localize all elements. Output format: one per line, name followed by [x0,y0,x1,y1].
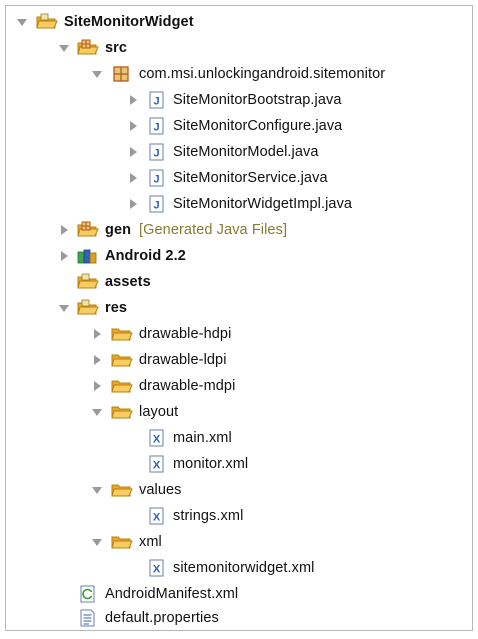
expanded-arrow-icon[interactable] [91,68,103,80]
folder-icon [111,351,133,369]
folder-icon [77,299,99,317]
collapsed-arrow-icon[interactable] [91,328,103,340]
tree-row-java-file[interactable]: SiteMonitorBootstrap.java [6,88,466,112]
source-folder-icon [77,39,99,57]
xml-file-icon [146,559,168,577]
generated-source-folder-icon [77,221,99,239]
library-icon [77,247,99,265]
tree-row-java-file[interactable]: SiteMonitorConfigure.java [6,114,466,138]
tree-row-src[interactable]: src [6,36,466,60]
collapsed-arrow-icon[interactable] [127,198,139,210]
collapsed-arrow-icon[interactable] [58,250,70,262]
android-library-label: Android 2.2 [105,248,186,264]
expanded-arrow-icon[interactable] [91,536,103,548]
expanded-arrow-icon[interactable] [58,42,70,54]
tree-row-gen[interactable]: gen [Generated Java Files] [6,218,466,242]
package-explorer-tree: SiteMonitorWidget src com.msi.unlockinga… [5,5,473,631]
manifest-file-icon [77,585,99,603]
tree-row-xml-file[interactable]: strings.xml [6,504,466,528]
properties-file-icon [77,609,99,627]
collapsed-arrow-icon[interactable] [127,120,139,132]
tree-row-res[interactable]: res [6,296,466,320]
tree-row-java-file[interactable]: SiteMonitorService.java [6,166,466,190]
java-file-label: SiteMonitorModel.java [173,144,319,160]
collapsed-arrow-icon[interactable] [127,172,139,184]
tree-row-drawable-ldpi[interactable]: drawable-ldpi [6,348,466,372]
tree-row-java-file[interactable]: SiteMonitorModel.java [6,140,466,164]
package-icon [111,65,133,83]
tree-row-xml-file[interactable]: monitor.xml [6,452,466,476]
collapsed-arrow-icon[interactable] [58,224,70,236]
project-label: SiteMonitorWidget [64,14,194,30]
project-folder-icon [36,13,58,31]
tree-row-assets[interactable]: assets [6,270,466,294]
tree-row-package[interactable]: com.msi.unlockingandroid.sitemonitor [6,62,466,86]
xml-file-icon [146,507,168,525]
collapsed-arrow-icon[interactable] [91,354,103,366]
java-file-icon [146,169,168,187]
xml-folder-label: xml [139,534,162,550]
expanded-arrow-icon[interactable] [91,484,103,496]
src-label: src [105,40,128,56]
package-label: com.msi.unlockingandroid.sitemonitor [139,66,386,82]
assets-label: assets [105,274,151,290]
xml-file-label: sitemonitorwidget.xml [173,560,315,576]
tree-row-values[interactable]: values [6,478,466,502]
xml-file-label: monitor.xml [173,456,249,472]
xml-file-label: main.xml [173,430,232,446]
java-file-label: SiteMonitorConfigure.java [173,118,343,134]
folder-icon [111,481,133,499]
tree-row-properties[interactable]: default.properties [6,606,466,630]
java-file-icon [146,117,168,135]
java-file-icon [146,195,168,213]
res-label: res [105,300,128,316]
xml-file-icon [146,429,168,447]
tree-row-drawable-mdpi[interactable]: drawable-mdpi [6,374,466,398]
java-file-label: SiteMonitorBootstrap.java [173,92,342,108]
manifest-label: AndroidManifest.xml [105,586,239,602]
tree-row-xml-file[interactable]: main.xml [6,426,466,450]
values-label: values [139,482,182,498]
properties-label: default.properties [105,610,219,626]
xml-file-icon [146,455,168,473]
java-file-icon [146,91,168,109]
drawable-hdpi-label: drawable-hdpi [139,326,232,342]
folder-icon [77,273,99,291]
tree-row-drawable-hdpi[interactable]: drawable-hdpi [6,322,466,346]
tree-row-java-file[interactable]: SiteMonitorWidgetImpl.java [6,192,466,216]
tree-row-layout[interactable]: layout [6,400,466,424]
collapsed-arrow-icon[interactable] [127,94,139,106]
tree-row-manifest[interactable]: AndroidManifest.xml [6,582,466,606]
folder-icon [111,325,133,343]
drawable-ldpi-label: drawable-ldpi [139,352,227,368]
gen-decoration: [Generated Java Files] [139,222,288,238]
tree-row-xml-folder[interactable]: xml [6,530,466,554]
tree-row-xml-file[interactable]: sitemonitorwidget.xml [6,556,466,580]
folder-icon [111,377,133,395]
java-file-icon [146,143,168,161]
tree-row-project[interactable]: SiteMonitorWidget [6,10,466,34]
java-file-label: SiteMonitorWidgetImpl.java [173,196,353,212]
xml-file-label: strings.xml [173,508,244,524]
expanded-arrow-icon[interactable] [91,406,103,418]
tree-row-android-library[interactable]: Android 2.2 [6,244,466,268]
java-file-label: SiteMonitorService.java [173,170,328,186]
folder-icon [111,403,133,421]
folder-icon [111,533,133,551]
layout-label: layout [139,404,179,420]
expanded-arrow-icon[interactable] [16,16,28,28]
collapsed-arrow-icon[interactable] [127,146,139,158]
gen-label: gen [105,222,132,238]
collapsed-arrow-icon[interactable] [91,380,103,392]
expanded-arrow-icon[interactable] [58,302,70,314]
drawable-mdpi-label: drawable-mdpi [139,378,236,394]
